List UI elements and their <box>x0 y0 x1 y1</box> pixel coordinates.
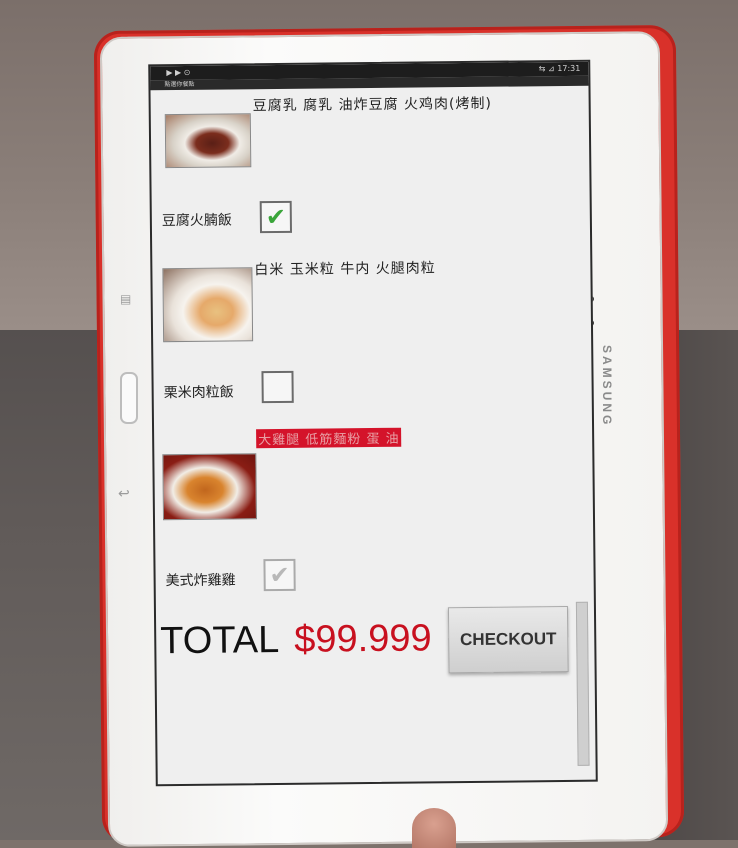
ingredients-text: 白米 玉米粒 牛内 火腿肉粒 <box>254 260 436 279</box>
dish-photo <box>164 113 252 169</box>
user-finger <box>412 808 456 848</box>
menu-key-icon[interactable]: ▤ <box>120 292 131 306</box>
dish-checkbox[interactable]: ✔ <box>263 558 296 592</box>
back-key-icon[interactable]: ↩ <box>118 486 130 502</box>
dish-photo <box>162 453 258 521</box>
dish-photo <box>162 267 254 343</box>
checkout-button[interactable]: CHECKOUT <box>447 605 569 674</box>
ingredients-text: 豆腐乳 腐乳 油炸豆腐 火鸡肉(烤制) <box>252 95 493 115</box>
total-value: $99.999 <box>294 617 432 661</box>
status-icons-left: ▶ ▶ ⊙ <box>166 67 191 78</box>
scrollbar[interactable] <box>575 601 590 766</box>
app-screen: ▶ ▶ ⊙ ⇆ ⊿ 17:31 點選你餐點 豆腐乳 腐乳 油炸豆腐 火鸡肉(烤制… <box>148 59 598 787</box>
status-clock: ⇆ ⊿ 17:31 <box>538 63 581 74</box>
total-label: TOTAL <box>160 618 280 663</box>
dish-name: 豆腐火腩飯 <box>161 212 232 230</box>
home-button[interactable] <box>120 372 138 424</box>
dish-name: 美式炸雞雞 <box>165 572 236 590</box>
ingredients-text-highlighted: 大雞腿 低筋麵粉 蛋 油 <box>256 427 402 449</box>
dish-checkbox[interactable]: ✔ <box>259 200 293 234</box>
dish-checkbox[interactable] <box>261 370 294 404</box>
dish-name: 栗米肉粒飯 <box>163 384 234 402</box>
